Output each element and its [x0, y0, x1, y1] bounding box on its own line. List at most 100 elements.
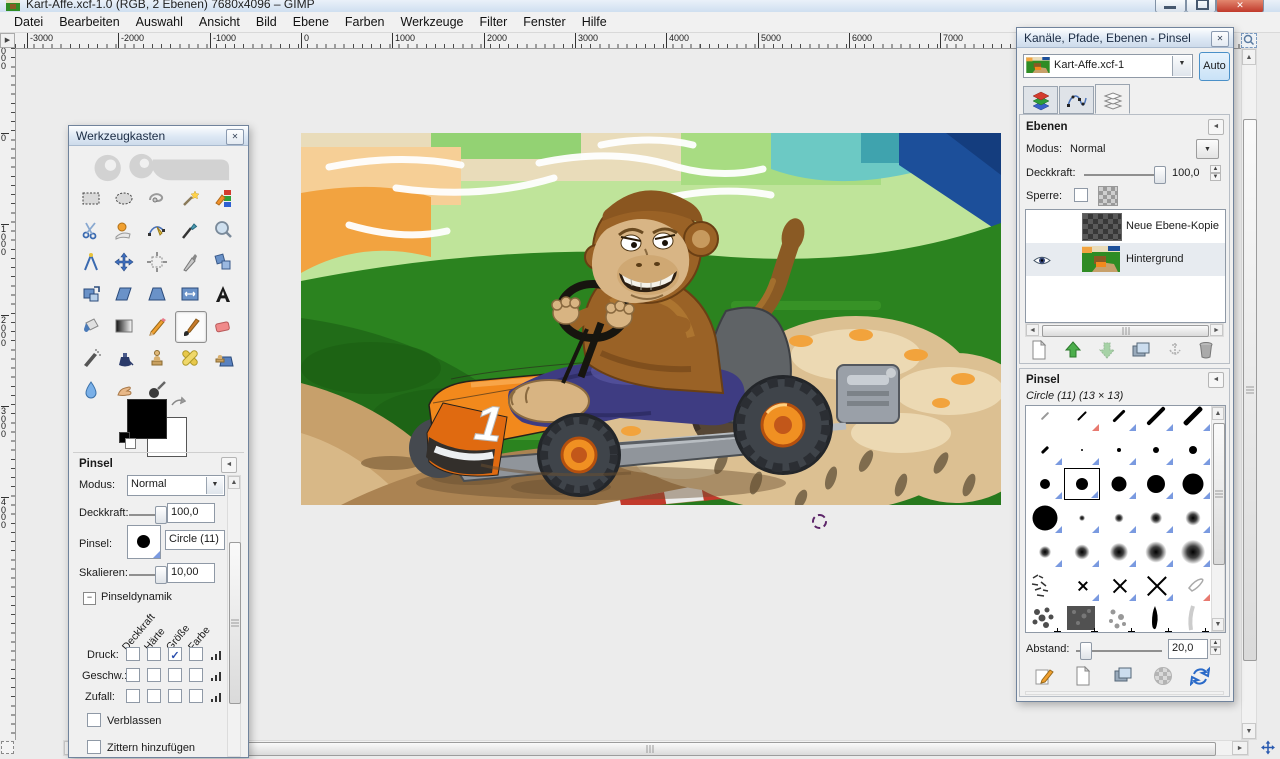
brush-item[interactable] [1138, 570, 1174, 602]
menu-item-fenster[interactable]: Fenster [515, 13, 573, 31]
ruler-corner-button[interactable]: ▶ [0, 33, 15, 48]
canvas-image[interactable]: 1 [301, 133, 1001, 505]
brush-grid-scrollbar[interactable]: ▲ ▼ [1211, 406, 1225, 632]
brush-item[interactable] [1064, 434, 1100, 466]
geschw-groesse-checkbox[interactable] [168, 668, 182, 682]
foreground-color-swatch[interactable] [127, 399, 167, 439]
lower-layer-button[interactable] [1098, 341, 1116, 362]
brush-item[interactable] [1027, 536, 1063, 568]
sperre-checkbox[interactable] [1074, 188, 1088, 202]
lock-alpha-icon[interactable] [1098, 186, 1118, 206]
new-layer-button[interactable] [1030, 340, 1048, 363]
layers-deckkraft-thumb[interactable] [1154, 166, 1166, 184]
brush-item[interactable] [1175, 468, 1211, 500]
tool-airbrush[interactable] [76, 343, 106, 373]
tool-color-picker[interactable] [175, 215, 205, 245]
zufall-deckkraft-checkbox[interactable] [126, 689, 140, 703]
scroll-right-icon[interactable]: ► [1232, 741, 1248, 755]
auto-button[interactable]: Auto [1199, 52, 1230, 81]
tool-fuzzy-select[interactable] [175, 183, 205, 213]
collapse-layers-button[interactable]: ◄ [1208, 119, 1224, 135]
brush-item[interactable] [1138, 502, 1174, 534]
brush-item[interactable] [1175, 536, 1211, 568]
scroll-down-icon[interactable]: ▼ [1212, 618, 1224, 631]
zufall-haerte-checkbox[interactable] [147, 689, 161, 703]
scroll-up-icon[interactable]: ▲ [228, 476, 240, 489]
brush-item[interactable] [1175, 604, 1211, 633]
skalieren-value[interactable]: 10,00 [167, 563, 215, 583]
abstand-value[interactable]: 20,0 [1168, 639, 1208, 659]
pan-navigation-button[interactable] [1258, 739, 1278, 756]
tool-scissors-select[interactable] [76, 215, 106, 245]
scroll-right-icon[interactable]: ► [1210, 324, 1223, 336]
brush-scroll-thumb[interactable] [1213, 423, 1225, 565]
menu-item-ansicht[interactable]: Ansicht [191, 13, 248, 31]
brush-item[interactable] [1027, 604, 1063, 633]
curve-bars-icon[interactable] [211, 670, 223, 681]
druck-groesse-checkbox[interactable]: ✓ [168, 647, 182, 661]
tool-perspective-clone[interactable] [208, 343, 238, 373]
brush-item[interactable] [1101, 405, 1137, 432]
swap-colors-icon[interactable] [170, 396, 186, 410]
curve-bars-icon[interactable] [211, 691, 223, 702]
modus-dropdown[interactable]: Normal ▼ [127, 475, 225, 496]
toolbox-titlebar[interactable]: Werkzeugkasten ✕ [69, 126, 248, 146]
default-colors-bg-icon[interactable] [125, 438, 136, 449]
menu-item-hilfe[interactable]: Hilfe [574, 13, 615, 31]
tab-paths[interactable] [1059, 86, 1094, 114]
brush-item[interactable] [1101, 502, 1137, 534]
layer-list-hscrollbar[interactable]: ◄ ► [1025, 323, 1224, 337]
delete-layer-button[interactable] [1198, 341, 1214, 362]
abstand-spinner[interactable]: ▲▼ [1210, 639, 1221, 655]
scroll-up-icon[interactable]: ▲ [1212, 407, 1224, 420]
brush-item[interactable] [1064, 502, 1100, 534]
tab-layers[interactable] [1095, 84, 1130, 114]
brush-preview[interactable] [127, 525, 161, 559]
tool-ellipse-select[interactable] [109, 183, 139, 213]
tool-zoom[interactable] [208, 215, 238, 245]
tool-gradient[interactable] [109, 311, 139, 341]
brush-item[interactable] [1138, 434, 1174, 466]
vscroll-thumb[interactable] [1243, 119, 1257, 661]
pinsel-value[interactable]: Circle (11) [165, 530, 225, 550]
anchor-layer-button[interactable] [1166, 341, 1184, 362]
tool-eraser[interactable] [208, 311, 238, 341]
brush-item[interactable] [1101, 434, 1137, 466]
options-scroll-thumb[interactable] [229, 542, 241, 704]
skalieren-slider-thumb[interactable] [155, 566, 167, 584]
duplicate-brush-button[interactable] [1114, 667, 1134, 687]
menu-item-farben[interactable]: Farben [337, 13, 393, 31]
quickmask-toggle[interactable] [1, 741, 14, 754]
brush-item[interactable] [1138, 405, 1174, 432]
brush-item[interactable] [1101, 604, 1137, 633]
image-selector-dropdown[interactable]: Kart-Affe.xcf-1 ▼ [1023, 54, 1193, 78]
refresh-brushes-button[interactable] [1190, 666, 1210, 689]
scroll-left-icon[interactable]: ◄ [1026, 324, 1039, 336]
tool-free-select[interactable] [142, 183, 172, 213]
curve-bars-icon[interactable] [211, 649, 223, 660]
geschw-farbe-checkbox[interactable] [189, 668, 203, 682]
duplicate-layer-button[interactable] [1132, 342, 1152, 362]
layers-deckkraft-slider[interactable] [1084, 174, 1162, 176]
layer-row-hintergrund[interactable]: Hintergrund [1026, 243, 1225, 276]
brush-item[interactable] [1175, 405, 1211, 432]
tool-perspective[interactable] [142, 279, 172, 309]
menu-item-filter[interactable]: Filter [472, 13, 516, 31]
raise-layer-button[interactable] [1064, 341, 1082, 362]
geschw-haerte-checkbox[interactable] [147, 668, 161, 682]
druck-haerte-checkbox[interactable] [147, 647, 161, 661]
tool-scale[interactable] [76, 279, 106, 309]
collapse-brushes-button[interactable]: ◄ [1208, 372, 1224, 388]
menu-item-werkzeuge[interactable]: Werkzeuge [393, 13, 472, 31]
zufall-farbe-checkbox[interactable] [189, 689, 203, 703]
brush-item[interactable] [1101, 536, 1137, 568]
menu-item-datei[interactable]: Datei [6, 13, 51, 31]
brush-item[interactable] [1027, 468, 1063, 500]
zoom-follow-button[interactable] [1241, 33, 1257, 48]
tool-move[interactable] [109, 247, 139, 277]
brush-item[interactable] [1101, 570, 1137, 602]
scroll-down-icon[interactable]: ▼ [1242, 723, 1256, 739]
tool-blur-sharpen[interactable] [76, 375, 106, 405]
druck-deckkraft-checkbox[interactable] [126, 647, 140, 661]
expander-icon[interactable]: − [83, 592, 96, 605]
